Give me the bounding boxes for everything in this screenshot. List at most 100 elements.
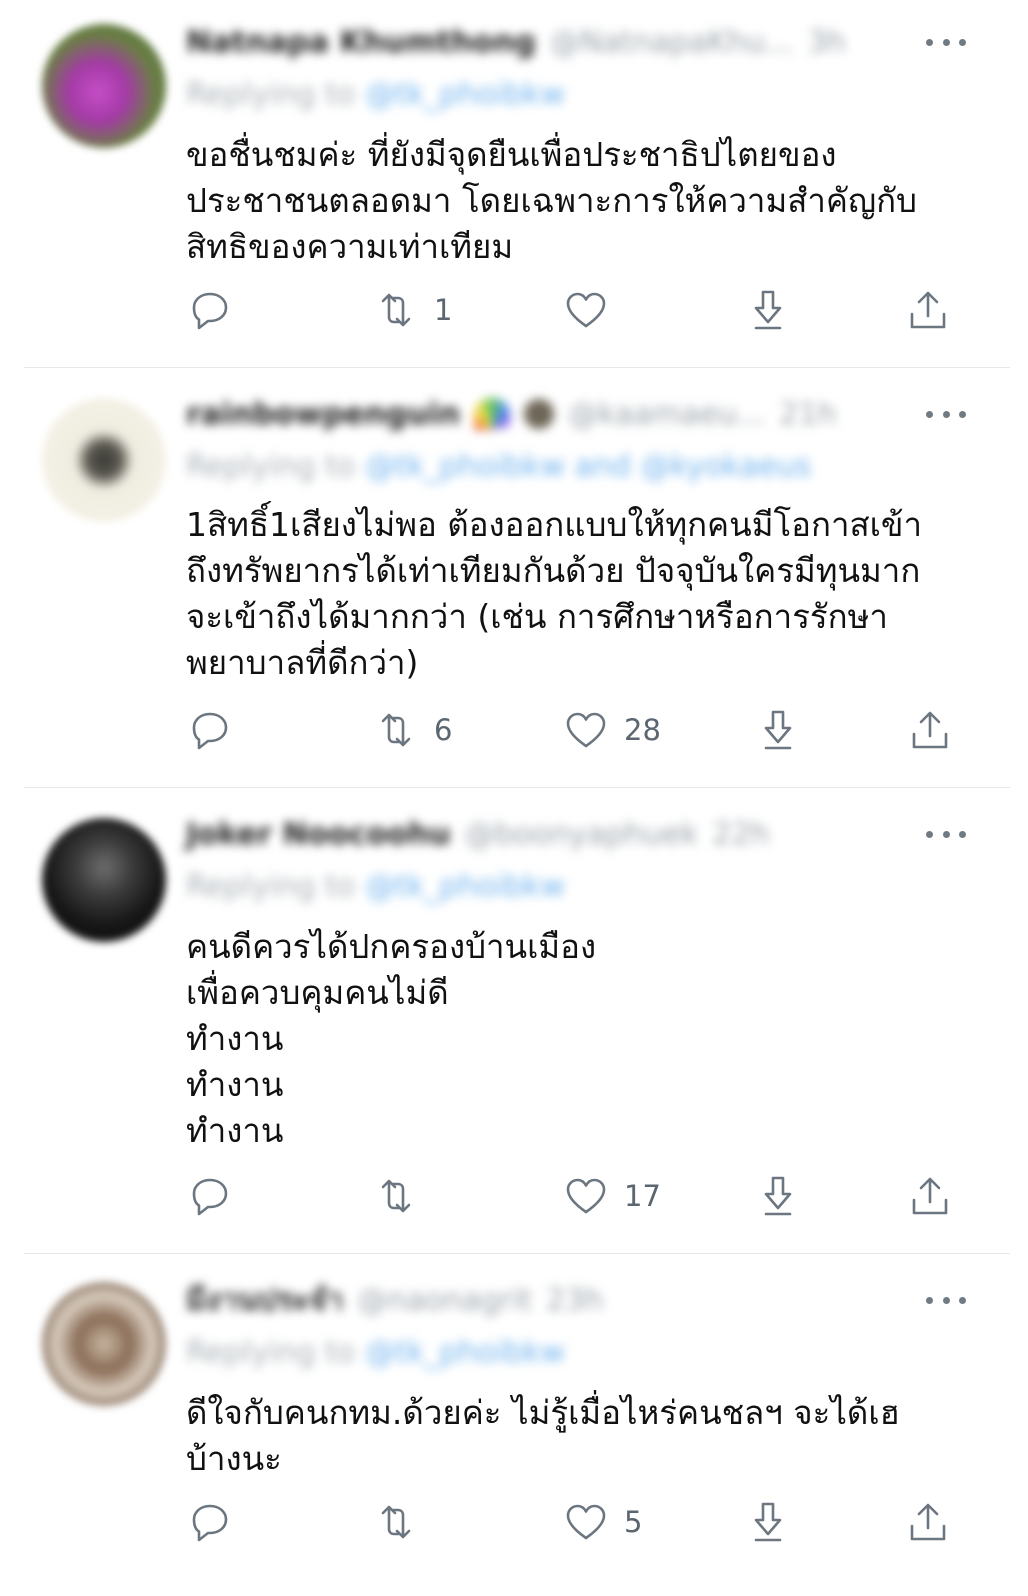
save-button[interactable] — [756, 708, 800, 752]
user-handle[interactable]: @boonyaphuek — [465, 817, 699, 852]
share-button[interactable] — [906, 288, 950, 332]
user-name-line[interactable]: มีงานประจำ @naonagrit 23h — [186, 1282, 603, 1318]
tweet-text-line: ขอชื่นชมค่ะ ที่ยังมีจุดยืนเพื่อประชาธิปไ… — [186, 135, 837, 174]
heart-icon — [566, 1178, 606, 1214]
tweet-text-line: 1สิทธิ์1เสียงไม่พอ ต้องออกแบบให้ทุกคนมีโ… — [186, 505, 923, 544]
retweet-icon — [381, 293, 411, 327]
like-count: 5 — [624, 1505, 643, 1539]
tweet-text-line: ประชาชนตลอดมา โดยเฉพาะการให้ความสำคัญกับ — [186, 181, 917, 220]
user-handle[interactable]: @NatnapaKhu... — [550, 25, 794, 60]
share-button[interactable] — [906, 1500, 950, 1544]
replying-to: Replying to @tk_phoibkw — [186, 76, 565, 112]
replying-to-label: Replying to — [186, 448, 356, 484]
tweet-text-line: จะเข้าถึงได้มากกว่า (เช่น การศึกษาหรือกา… — [186, 597, 888, 636]
retweet-button[interactable]: 6 — [374, 708, 452, 752]
avatar[interactable] — [42, 24, 166, 148]
like-count: 17 — [624, 1179, 661, 1213]
arrow-down-icon — [764, 1176, 792, 1216]
reply-icon — [192, 712, 228, 750]
display-name[interactable]: Joker Noocoohu — [186, 817, 451, 852]
user-name-line[interactable]: Joker Noocoohu @boonyaphuek 22h — [186, 816, 770, 852]
like-button[interactable] — [564, 288, 624, 332]
tweet-text-line: บ้างนะ — [186, 1439, 282, 1478]
save-button[interactable] — [756, 1174, 800, 1218]
retweet-icon — [381, 713, 411, 747]
replying-to-user[interactable]: @tk_phoibkw and @kyokaeus — [365, 449, 811, 484]
tweet-text-line: คนดีควรได้ปกครองบ้านเมือง — [186, 927, 597, 966]
tweet-3[interactable]: Joker Noocoohu @boonyaphuek 22h Replying… — [0, 788, 1028, 1254]
user-name-line[interactable]: rainbowpenguin @kaamaeu... 21h — [186, 396, 837, 432]
tweet-text-line: ถึงทรัพยากรได้เท่าเทียมกันด้วย ปัจจุบันใ… — [186, 551, 921, 590]
save-button[interactable] — [746, 288, 790, 332]
tweet-text: ดีใจกับคนกทม.ด้วยค่ะ ไม่รู้เมื่อไหร่คนชล… — [186, 1390, 986, 1482]
timestamp[interactable]: 23h — [546, 1283, 603, 1318]
like-button[interactable]: 5 — [564, 1500, 642, 1544]
retweet-button[interactable] — [374, 1174, 434, 1218]
arrow-down-icon — [754, 1502, 782, 1542]
tweet-text-line: พยาบาลที่ดีกว่า) — [186, 643, 419, 682]
replying-to-user[interactable]: @tk_phoibkw — [365, 1335, 565, 1370]
retweet-button[interactable]: 1 — [374, 288, 452, 332]
timestamp[interactable]: 3h — [808, 25, 846, 60]
share-button[interactable] — [908, 1174, 952, 1218]
replying-to-user[interactable]: @tk_phoibkw — [365, 77, 565, 112]
more-options-icon[interactable] — [926, 32, 966, 52]
retweet-icon — [381, 1179, 411, 1213]
tweet-4[interactable]: มีงานประจำ @naonagrit 23h Replying to @t… — [0, 1254, 1028, 1596]
user-name-line[interactable]: Natnapa Khumthong @NatnapaKhu... 3h — [186, 24, 846, 60]
like-button[interactable]: 28 — [564, 708, 661, 752]
tweet-text-line: ทำงาน — [186, 1111, 284, 1150]
arrow-down-icon — [754, 290, 782, 330]
more-options-icon[interactable] — [926, 404, 966, 424]
save-button[interactable] — [746, 1500, 790, 1544]
display-name[interactable]: rainbowpenguin — [186, 397, 460, 432]
tweet-text-line: ทำงาน — [186, 1065, 284, 1104]
retweet-count: 6 — [434, 713, 453, 747]
reply-button[interactable] — [188, 1500, 248, 1544]
heart-icon — [566, 1504, 606, 1540]
heart-icon — [566, 292, 606, 328]
tweet-text: 1สิทธิ์1เสียงไม่พอ ต้องออกแบบให้ทุกคนมีโ… — [186, 502, 986, 686]
replying-to-label: Replying to — [186, 1334, 356, 1370]
user-handle[interactable]: @kaamaeu... — [568, 397, 765, 432]
tweet-text: คนดีควรได้ปกครองบ้านเมือง เพื่อควบคุมคนไ… — [186, 924, 986, 1154]
tweet-text-line: ดีใจกับคนกทม.ด้วยค่ะ ไม่รู้เมื่อไหร่คนชล… — [186, 1393, 900, 1432]
reply-button[interactable] — [188, 288, 248, 332]
tweet-2[interactable]: rainbowpenguin @kaamaeu... 21h Replying … — [0, 368, 1028, 788]
reply-icon — [192, 1504, 228, 1542]
share-icon — [912, 1177, 948, 1215]
tweet-text: ขอชื่นชมค่ะ ที่ยังมีจุดยืนเพื่อประชาธิปไ… — [186, 132, 986, 270]
tweet-text-line: เพื่อควบคุมคนไม่ดี — [186, 973, 449, 1012]
display-name[interactable]: มีงานประจำ — [186, 1277, 343, 1324]
replying-to: Replying to @tk_phoibkw — [186, 868, 565, 904]
avatar[interactable] — [42, 1282, 166, 1406]
reply-icon — [192, 1178, 228, 1216]
like-count: 28 — [624, 713, 661, 747]
share-icon — [912, 711, 948, 749]
share-button[interactable] — [908, 708, 952, 752]
display-name[interactable]: Natnapa Khumthong — [186, 25, 536, 60]
replying-to-label: Replying to — [186, 76, 356, 112]
share-icon — [910, 291, 946, 329]
rainbow-emoji-icon — [474, 398, 511, 430]
retweet-icon — [381, 1505, 411, 1539]
reply-button[interactable] — [188, 708, 248, 752]
retweet-button[interactable] — [374, 1500, 434, 1544]
like-button[interactable]: 17 — [564, 1174, 661, 1218]
timestamp[interactable]: 21h — [779, 397, 836, 432]
avatar[interactable] — [42, 398, 166, 522]
user-handle[interactable]: @naonagrit — [357, 1283, 532, 1318]
replying-to-user[interactable]: @tk_phoibkw — [365, 869, 565, 904]
heart-icon — [566, 712, 606, 748]
timestamp[interactable]: 22h — [712, 817, 769, 852]
more-options-icon[interactable] — [926, 1290, 966, 1310]
reply-button[interactable] — [188, 1174, 248, 1218]
avatar[interactable] — [42, 818, 166, 942]
more-options-icon[interactable] — [926, 824, 966, 844]
reply-icon — [192, 292, 228, 330]
retweet-count: 1 — [434, 293, 453, 327]
arrow-down-icon — [764, 710, 792, 750]
emoji-icon — [524, 399, 555, 429]
tweet-1[interactable]: Natnapa Khumthong @NatnapaKhu... 3h Repl… — [0, 0, 1028, 368]
tweet-text-line: สิทธิของความเท่าเทียม — [186, 227, 514, 266]
